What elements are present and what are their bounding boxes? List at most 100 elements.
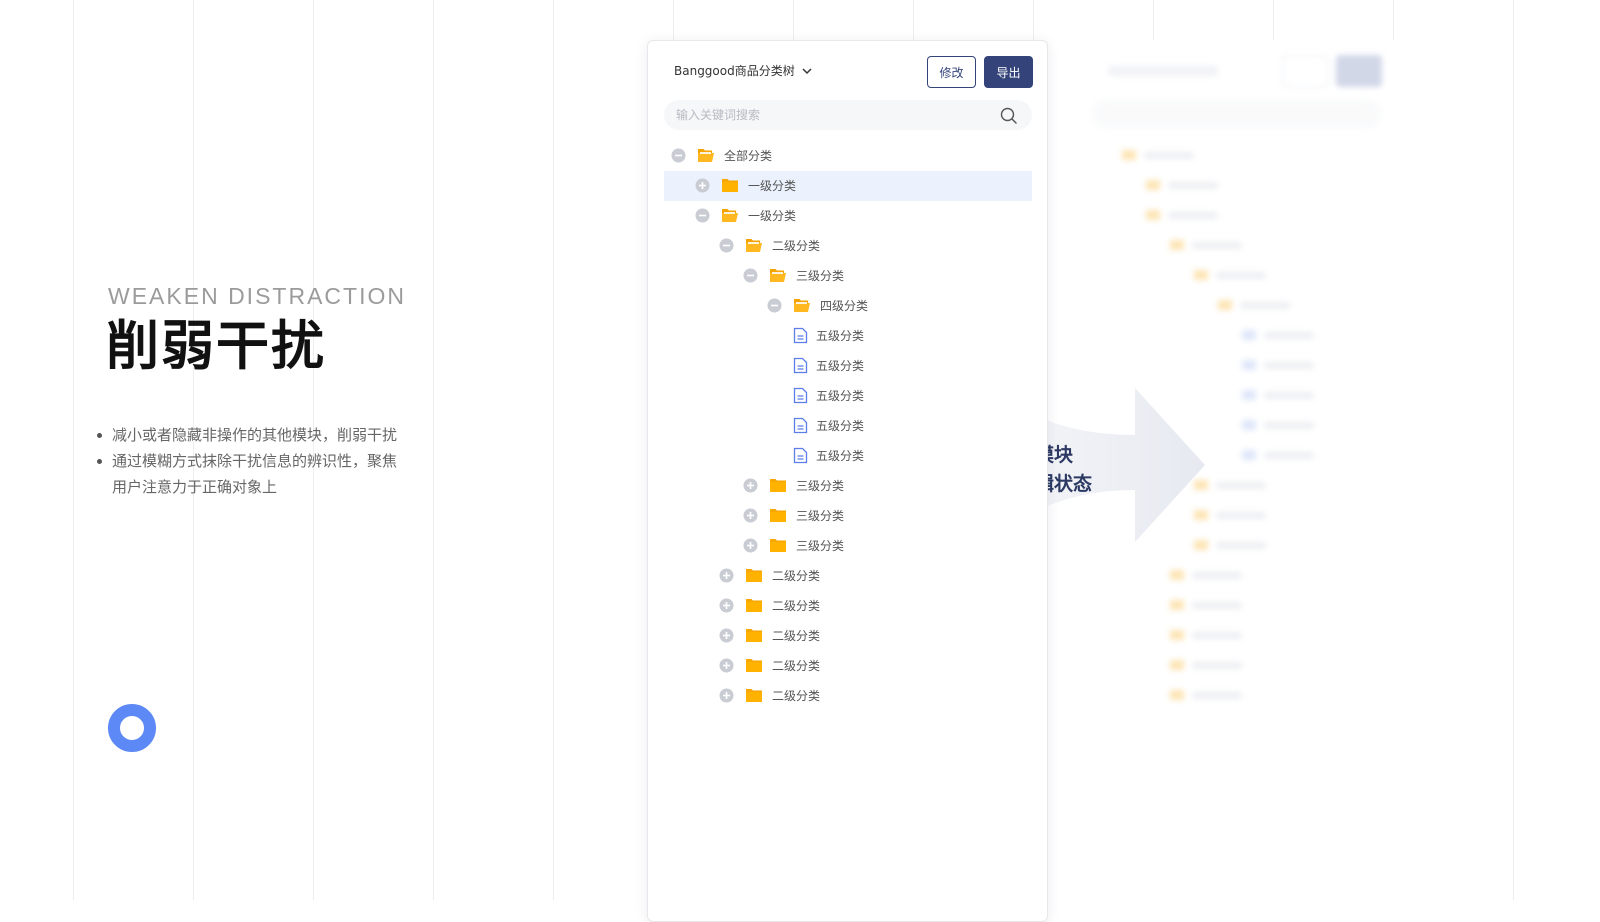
folder-open-icon xyxy=(770,269,786,282)
tree-node[interactable]: 五级分类 xyxy=(664,411,1032,441)
expand-icon[interactable] xyxy=(743,508,758,523)
blurred-node-label xyxy=(1192,662,1242,669)
folder-icon xyxy=(746,569,762,582)
tree-node[interactable]: 五级分类 xyxy=(664,441,1032,471)
expand-icon[interactable] xyxy=(719,688,734,703)
tree-node[interactable]: 三级分类 xyxy=(664,501,1032,531)
blurred-node-label xyxy=(1168,212,1218,219)
blurred-node-icon xyxy=(1242,450,1256,460)
blurred-node-label xyxy=(1192,632,1242,639)
tree-node-label: 五级分类 xyxy=(816,389,865,403)
export-button[interactable]: 导出 xyxy=(984,56,1033,88)
tree-node-selected[interactable]: 一级分类 xyxy=(664,171,1032,201)
collapse-icon[interactable] xyxy=(743,268,758,283)
category-tree-panel: Banggood商品分类树 修改 导出 全部分类一级分类一级分类二级分类三级分类… xyxy=(647,40,1048,922)
tree-selector-dropdown[interactable]: Banggood商品分类树 xyxy=(674,62,813,79)
blurred-export-button xyxy=(1336,55,1382,87)
tree-node-label: 一级分类 xyxy=(748,179,797,193)
tree-node-label: 二级分类 xyxy=(772,689,821,703)
blurred-node-icon xyxy=(1170,690,1184,700)
blurred-node-icon xyxy=(1170,600,1184,610)
collapse-icon[interactable] xyxy=(695,208,710,223)
chevron-down-icon xyxy=(802,67,812,74)
blurred-node-label xyxy=(1192,692,1242,699)
collapse-icon[interactable] xyxy=(671,148,686,163)
tree-node[interactable]: 四级分类 xyxy=(664,291,1032,321)
tree-node-label: 五级分类 xyxy=(816,419,865,433)
folder-icon xyxy=(746,659,762,672)
edit-button[interactable]: 修改 xyxy=(927,56,976,88)
tree-node[interactable]: 五级分类 xyxy=(664,351,1032,381)
folder-icon xyxy=(770,539,786,552)
tree-selector-label: Banggood商品分类树 xyxy=(674,64,795,78)
tree-node[interactable]: 二级分类 xyxy=(664,591,1032,621)
expand-icon[interactable] xyxy=(719,628,734,643)
tree-node[interactable]: 全部分类 xyxy=(664,141,1032,171)
folder-icon xyxy=(746,629,762,642)
section-eyebrow: WEAKEN DISTRACTION xyxy=(108,283,406,309)
document-icon xyxy=(793,447,808,464)
tree-node-label: 五级分类 xyxy=(816,449,865,463)
blurred-node-icon xyxy=(1170,660,1184,670)
blurred-node-label xyxy=(1264,332,1314,339)
tree-node[interactable]: 三级分类 xyxy=(664,471,1032,501)
blurred-node-label xyxy=(1192,602,1242,609)
collapse-icon[interactable] xyxy=(767,298,782,313)
tree-node[interactable]: 二级分类 xyxy=(664,621,1032,651)
folder-open-icon xyxy=(722,209,738,222)
tree-node[interactable]: 三级分类 xyxy=(664,261,1032,291)
blurred-node-label xyxy=(1240,302,1290,309)
blurred-node-icon xyxy=(1170,630,1184,640)
search-input[interactable] xyxy=(676,100,996,130)
expand-icon[interactable] xyxy=(719,598,734,613)
collapse-icon[interactable] xyxy=(719,238,734,253)
blurred-node-icon xyxy=(1218,300,1232,310)
tree-node-label: 一级分类 xyxy=(748,209,797,223)
tree-node[interactable]: 一级分类 xyxy=(664,201,1032,231)
ring-decoration xyxy=(108,704,156,752)
page-title: 削弱干扰 xyxy=(106,316,326,377)
expand-icon[interactable] xyxy=(719,658,734,673)
search-box xyxy=(664,100,1032,130)
tree-node-label: 三级分类 xyxy=(796,539,845,553)
blurred-node-label xyxy=(1216,512,1266,519)
tree-node[interactable]: 五级分类 xyxy=(664,321,1032,351)
bullet-list: 减小或者隐藏非操作的其他模块，削弱干扰 通过模糊方式抹除干扰信息的辨识性，聚焦用… xyxy=(96,422,406,500)
folder-icon xyxy=(722,179,738,192)
blurred-node-icon xyxy=(1242,390,1256,400)
expand-icon[interactable] xyxy=(695,178,710,193)
tree-node[interactable]: 二级分类 xyxy=(664,561,1032,591)
tree-node[interactable]: 二级分类 xyxy=(664,231,1032,261)
tree-node[interactable]: 二级分类 xyxy=(664,651,1032,681)
blurred-node-label xyxy=(1264,362,1314,369)
blurred-node-icon xyxy=(1242,360,1256,370)
folder-open-icon xyxy=(746,239,762,252)
bullet-item: 通过模糊方式抹除干扰信息的辨识性，聚焦用户注意力于正确对象上 xyxy=(96,448,406,500)
document-icon xyxy=(793,327,808,344)
tree-node-label: 二级分类 xyxy=(772,629,821,643)
blurred-node-label xyxy=(1264,452,1314,459)
expand-icon[interactable] xyxy=(743,538,758,553)
blurred-selector xyxy=(1108,66,1218,76)
blurred-node-label xyxy=(1264,422,1314,429)
folder-open-icon xyxy=(698,149,714,162)
expand-icon[interactable] xyxy=(719,568,734,583)
expand-icon[interactable] xyxy=(743,478,758,493)
tree-node[interactable]: 二级分类 xyxy=(664,681,1032,711)
blurred-node-icon xyxy=(1242,330,1256,340)
search-icon[interactable] xyxy=(1000,107,1017,124)
tree-node-label: 五级分类 xyxy=(816,329,865,343)
tree-node[interactable]: 三级分类 xyxy=(664,531,1032,561)
blurred-node-label xyxy=(1216,482,1266,489)
tree-node-label: 三级分类 xyxy=(796,479,845,493)
blurred-node-label xyxy=(1144,152,1194,159)
folder-icon xyxy=(770,509,786,522)
blurred-node-label xyxy=(1192,242,1242,249)
tree-node[interactable]: 五级分类 xyxy=(664,381,1032,411)
blurred-node-icon xyxy=(1146,210,1160,220)
tree-node-label: 三级分类 xyxy=(796,269,845,283)
bullet-item: 减小或者隐藏非操作的其他模块，削弱干扰 xyxy=(96,422,406,448)
tree-node-label: 二级分类 xyxy=(772,569,821,583)
blurred-node-icon xyxy=(1242,420,1256,430)
blurred-node-icon xyxy=(1122,150,1136,160)
